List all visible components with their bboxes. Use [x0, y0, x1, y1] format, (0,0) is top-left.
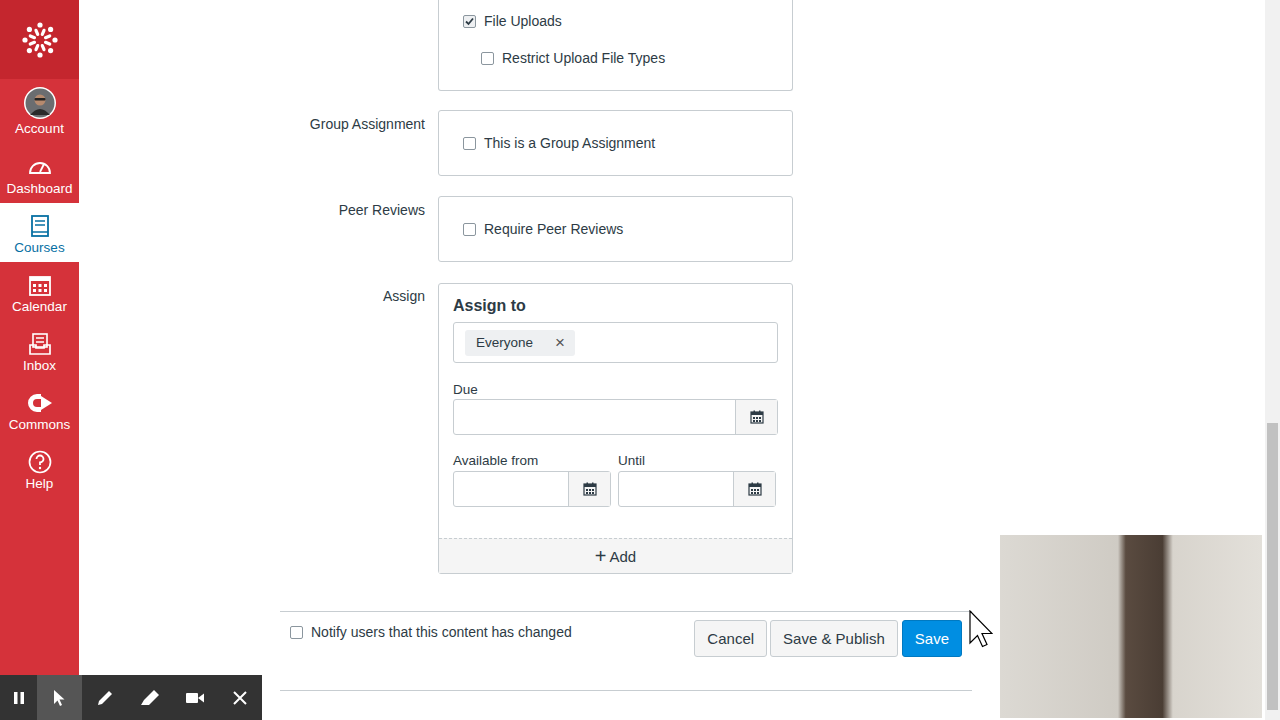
checkbox[interactable] — [463, 223, 476, 236]
dashboard-icon — [27, 155, 53, 179]
group-assignment-row: Group Assignment This is a Group Assignme… — [280, 110, 972, 176]
nav-label: Commons — [9, 416, 71, 434]
pause-icon — [12, 691, 26, 705]
commons-icon — [27, 391, 53, 415]
available-from-field[interactable] — [453, 471, 611, 507]
nav-label: Courses — [14, 239, 64, 257]
assign-heading: Assign to — [453, 295, 778, 317]
pointer-tool[interactable] — [37, 675, 82, 720]
option-label: This is a Group Assignment — [484, 131, 655, 155]
option-label: Require Peer Reviews — [484, 217, 623, 241]
nav-item[interactable]: Courses — [0, 203, 79, 262]
pointer-icon — [53, 689, 67, 707]
option-label: Notify users that this content has chang… — [311, 620, 572, 644]
save-publish-button[interactable]: Save & Publish — [770, 620, 898, 657]
nav-item[interactable]: Inbox — [0, 321, 79, 380]
submission-option[interactable]: Restrict Upload File Types — [481, 46, 768, 70]
nav-label: Calendar — [12, 298, 67, 316]
nav-item[interactable]: Help — [0, 439, 79, 498]
camera-tool[interactable] — [172, 675, 217, 720]
canvas-logo-icon[interactable] — [0, 0, 79, 79]
pen-icon — [95, 688, 115, 708]
row-label: Assign — [280, 283, 425, 574]
close-tool[interactable] — [217, 675, 262, 720]
available-from-label: Available from — [453, 451, 611, 471]
highlighter-tool[interactable] — [127, 675, 172, 720]
assign-box: Assign to Everyone × Due Available from Until… — [438, 283, 793, 574]
pause-tool[interactable] — [0, 675, 37, 720]
courses-icon — [27, 214, 53, 238]
group-assignment-box: This is a Group Assignment — [438, 110, 793, 176]
checkbox[interactable] — [463, 137, 476, 150]
mouse-cursor-icon — [969, 610, 993, 652]
until-field[interactable] — [618, 471, 776, 507]
available-from-input[interactable] — [454, 472, 568, 506]
form-actions: Cancel Save & Publish Save — [694, 620, 962, 657]
peer-reviews-option[interactable]: Require Peer Reviews — [463, 217, 768, 241]
help-icon — [27, 450, 53, 474]
calendar-icon[interactable] — [733, 472, 775, 506]
due-label: Due — [453, 380, 778, 399]
nav-label: Inbox — [23, 357, 56, 375]
cancel-button[interactable]: Cancel — [694, 620, 767, 657]
nav-item[interactable]: Calendar — [0, 262, 79, 321]
add-label: Add — [609, 548, 636, 565]
close-icon — [233, 691, 247, 705]
highlighter-icon — [139, 688, 161, 708]
add-button[interactable]: +Add — [439, 538, 792, 573]
checkbox[interactable] — [481, 52, 494, 65]
form-footer: Notify users that this content has chang… — [280, 611, 972, 691]
submission-option[interactable]: File Uploads — [463, 9, 768, 33]
remove-token-button[interactable]: × — [555, 334, 565, 352]
global-navigation: Account Dashboard Courses Calendar Inbox Comm… — [0, 0, 79, 720]
avatar-icon — [24, 87, 56, 119]
row-label: Group Assignment — [280, 110, 425, 176]
notify-option[interactable]: Notify users that this content has chang… — [290, 620, 572, 644]
button-label: Save & Publish — [783, 630, 885, 647]
until-input[interactable] — [619, 472, 733, 506]
submission-row: File Uploads Restrict Upload File Types — [280, 0, 972, 91]
row-label: Peer Reviews — [280, 196, 425, 262]
calendar-icon — [27, 273, 53, 297]
token-label: Everyone — [476, 335, 533, 350]
checkbox[interactable] — [463, 15, 476, 28]
scrollbar[interactable] — [1265, 0, 1280, 720]
plus-icon: + — [595, 546, 607, 566]
save-button[interactable]: Save — [902, 620, 962, 657]
due-input[interactable] — [454, 400, 735, 434]
nav-label: Dashboard — [6, 180, 72, 198]
pen-tool[interactable] — [82, 675, 127, 720]
option-label: File Uploads — [484, 9, 562, 33]
inbox-icon — [27, 332, 53, 356]
submission-types-box: File Uploads Restrict Upload File Types — [438, 0, 793, 91]
nav-label: Help — [26, 475, 54, 493]
due-field[interactable] — [453, 399, 778, 435]
calendar-icon[interactable] — [568, 472, 610, 506]
assign-to-field[interactable]: Everyone × — [453, 322, 778, 363]
webcam-video — [998, 533, 1264, 720]
group-assignment-option[interactable]: This is a Group Assignment — [463, 131, 768, 155]
calendar-icon[interactable] — [735, 400, 777, 434]
peer-reviews-box: Require Peer Reviews — [438, 196, 793, 262]
nav-item[interactable]: Account — [0, 79, 79, 144]
nav-item[interactable]: Dashboard — [0, 144, 79, 203]
checkbox[interactable] — [290, 626, 303, 639]
button-label: Cancel — [707, 630, 754, 647]
nav-item[interactable]: Commons — [0, 380, 79, 439]
button-label: Save — [915, 630, 949, 647]
option-label: Restrict Upload File Types — [502, 46, 665, 70]
nav-label: Account — [15, 120, 64, 138]
recorder-toolbar — [0, 675, 262, 720]
until-label: Until — [618, 451, 776, 471]
scrollbar-thumb[interactable] — [1267, 423, 1278, 710]
camera-icon — [185, 691, 205, 705]
assignee-token: Everyone × — [465, 330, 575, 356]
peer-reviews-row: Peer Reviews Require Peer Reviews — [280, 196, 972, 262]
assign-row: Assign Assign to Everyone × Due Available fro… — [280, 283, 972, 574]
